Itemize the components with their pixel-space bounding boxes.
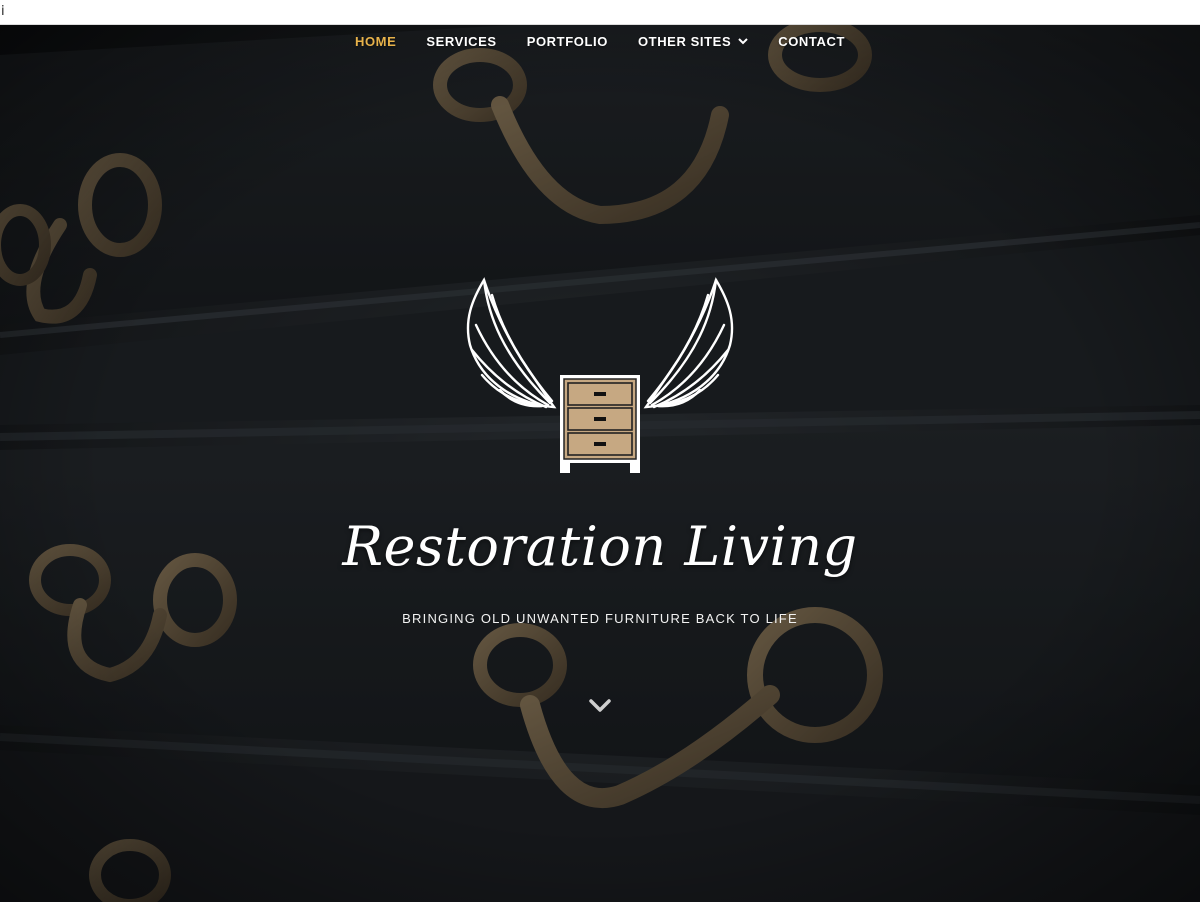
site-title: Restoration Living <box>342 515 858 578</box>
hero-section: HOME SERVICES PORTFOLIO OTHER SITES CONT… <box>0 25 1200 902</box>
main-nav: HOME SERVICES PORTFOLIO OTHER SITES CONT… <box>0 25 1200 57</box>
winged-dresser-icon <box>466 277 734 473</box>
text-cursor-glyph: i <box>1 4 5 19</box>
chevron-down-icon <box>738 38 748 45</box>
nav-home[interactable]: HOME <box>355 34 396 49</box>
nav-services[interactable]: SERVICES <box>426 34 496 49</box>
browser-top-strip: i <box>0 0 1200 25</box>
nav-contact[interactable]: CONTACT <box>778 34 845 49</box>
site-tagline: BRINGING OLD UNWANTED FURNITURE BACK TO … <box>402 611 798 626</box>
nav-portfolio[interactable]: PORTFOLIO <box>527 34 608 49</box>
scroll-down-chevron-icon[interactable] <box>586 695 614 717</box>
nav-other-sites[interactable]: OTHER SITES <box>638 34 748 49</box>
nav-other-sites-label: OTHER SITES <box>637 33 732 49</box>
